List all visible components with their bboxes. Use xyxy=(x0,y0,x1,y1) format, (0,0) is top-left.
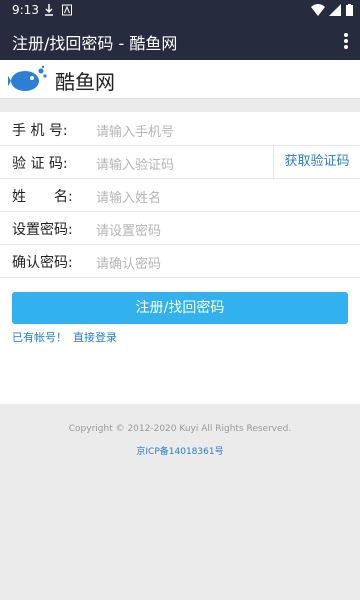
phone-row[interactable]: 手 机 号: 请输入手机号 xyxy=(0,112,360,146)
confirm-password-row[interactable]: 确认密码: 请确认密码 xyxy=(0,244,360,278)
confirm-password-label: 确认密码: xyxy=(12,255,73,271)
more-menu-icon[interactable] xyxy=(342,32,350,50)
download-icon xyxy=(44,4,54,19)
site-logo-text: 酷鱼网 xyxy=(55,70,115,94)
login-prompt: 已有帐号！ 直接登录 xyxy=(12,329,123,345)
name-input[interactable]: 请输入姓名 xyxy=(96,187,161,206)
signal-icon xyxy=(329,4,341,19)
status-bar: 9:13 xyxy=(0,0,360,22)
page-title: 注册/找回密码 - 酷鱼网 xyxy=(12,34,178,53)
copyright-text: Copyright © 2012-2020 Kuyi All Rights Re… xyxy=(68,424,292,434)
set-password-input[interactable]: 请设置密码 xyxy=(96,220,161,239)
register-submit-button[interactable]: 注册/找回密码 xyxy=(12,292,348,324)
name-row[interactable]: 姓 名: 请输入姓名 xyxy=(0,178,360,212)
phone-label: 手 机 号: xyxy=(12,123,68,139)
set-password-row[interactable]: 设置密码: 请设置密码 xyxy=(0,211,360,245)
footer: Copyright © 2012-2020 Kuyi All Rights Re… xyxy=(0,404,360,600)
have-account-text: 已有帐号！ xyxy=(12,331,67,344)
status-time: 9:13 xyxy=(12,3,39,17)
name-label: 姓 名: xyxy=(12,189,73,205)
code-input[interactable]: 请输入验证码 xyxy=(96,154,174,173)
battery-icon xyxy=(346,4,353,19)
register-form: 手 机 号: 请输入手机号 验 证 码: 请输入验证码 获取验证码 姓 名: 请… xyxy=(0,112,360,404)
notification-a-icon xyxy=(62,4,72,19)
fish-logo-icon[interactable] xyxy=(7,64,48,98)
get-code-button[interactable]: 获取验证码 xyxy=(273,145,360,178)
login-link[interactable]: 直接登录 xyxy=(73,331,117,344)
site-header: 酷鱼网 xyxy=(0,60,360,99)
confirm-password-input[interactable]: 请确认密码 xyxy=(96,253,161,272)
set-password-label: 设置密码: xyxy=(12,222,73,238)
wifi-icon xyxy=(311,4,325,19)
phone-input[interactable]: 请输入手机号 xyxy=(96,121,174,140)
app-bar: 注册/找回密码 - 酷鱼网 xyxy=(0,22,360,60)
icp-link[interactable]: 京ICP备14018361号 xyxy=(0,444,360,457)
code-label: 验 证 码: xyxy=(12,156,68,172)
code-row[interactable]: 验 证 码: 请输入验证码 获取验证码 xyxy=(0,145,360,179)
